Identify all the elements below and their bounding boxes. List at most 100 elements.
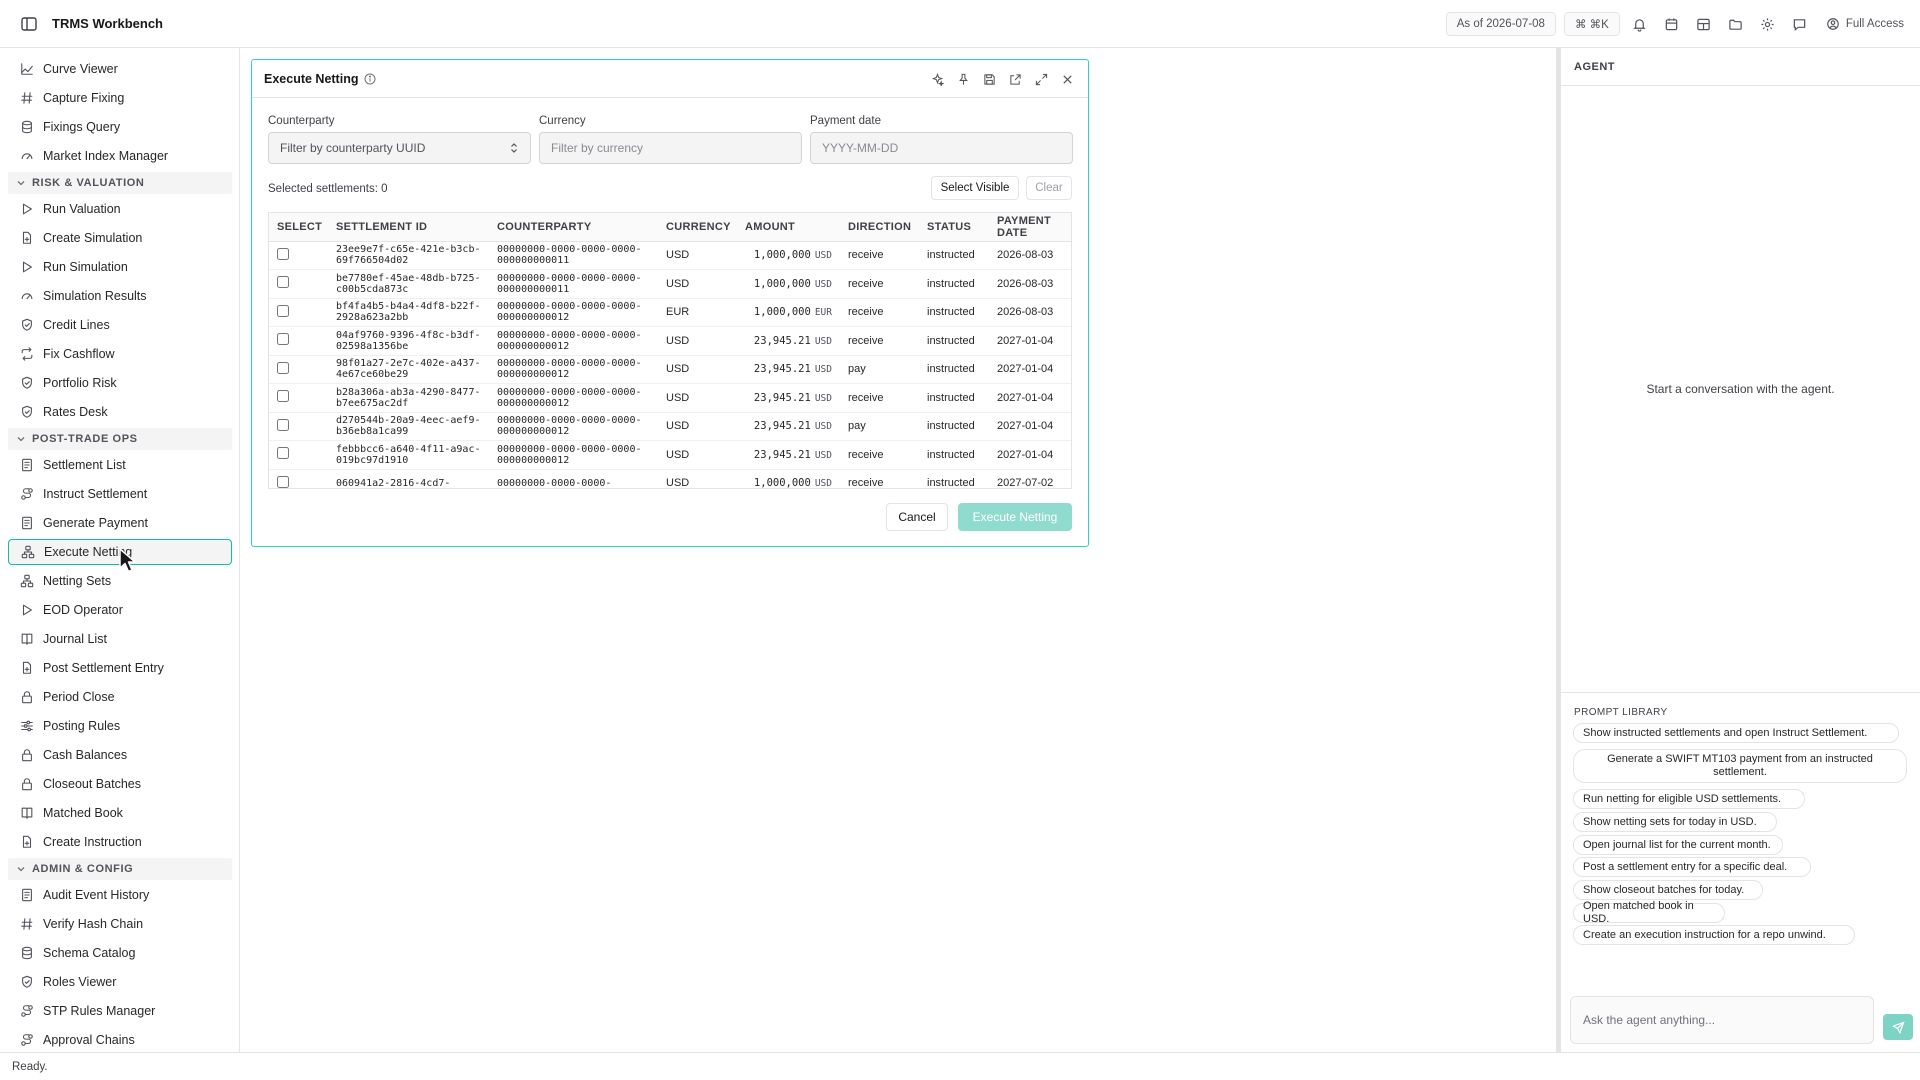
sidebar-item-roles-viewer[interactable]: Roles Viewer [8, 969, 232, 995]
sidebar-item-post-settlement-entry[interactable]: Post Settlement Entry [8, 655, 232, 681]
sidebar-item-journal-list[interactable]: Journal List [8, 626, 232, 652]
shield-icon [20, 376, 34, 390]
maximize-icon[interactable] [1028, 69, 1054, 89]
section-risk-and-valuation[interactable]: RISK & VALUATION [8, 172, 232, 194]
sidebar-item-settlement-list[interactable]: Settlement List [8, 452, 232, 478]
row-checkbox[interactable] [277, 304, 289, 317]
sidebar-item-credit-lines[interactable]: Credit Lines [8, 312, 232, 338]
sidebar-item-audit-event-history[interactable]: Audit Event History [8, 882, 232, 908]
table-row[interactable]: 23ee9e7f-c65e-421e-b3cb-69f766504d02 0000… [269, 241, 1071, 270]
counterparty-select[interactable]: Filter by counterparty UUID [268, 132, 531, 164]
sidebar-item-run-valuation[interactable]: Run Valuation [8, 196, 232, 222]
pin-icon[interactable] [950, 69, 976, 89]
sidebar-item-approval-chains[interactable]: Approval Chains [8, 1027, 232, 1052]
table-row[interactable]: d270544b-20a9-4eec-aef9-b36eb8a1ca99 0000… [269, 412, 1071, 441]
table-row[interactable]: 060941a2-2816-4cd7- 00000000-0000-0000- US… [269, 469, 1071, 489]
sidebar-item-portfolio-risk[interactable]: Portfolio Risk [8, 370, 232, 396]
access-badge[interactable]: Full Access [1816, 17, 1908, 31]
sidebar-item-rates-desk[interactable]: Rates Desk [8, 399, 232, 425]
prompt-chip[interactable]: Create an execution instruction for a re… [1573, 925, 1855, 945]
sidebar-item-period-close[interactable]: Period Close [8, 684, 232, 710]
row-checkbox[interactable] [277, 475, 289, 488]
section-admin-and-config[interactable]: ADMIN & CONFIG [8, 858, 232, 880]
sidebar-item-generate-payment[interactable]: Generate Payment [8, 510, 232, 536]
column-header-status[interactable]: STATUS [919, 213, 989, 242]
amount-cell: 23,945.21 USD [737, 383, 840, 413]
sidebar-item-posting-rules[interactable]: Posting Rules [8, 713, 232, 739]
table-row[interactable]: b28a306a-ab3a-4290-8477-b7ee675ac2df 0000… [269, 383, 1071, 413]
currency-input[interactable] [539, 132, 802, 164]
sidebar-item-market-index-manager[interactable]: Market Index Manager [8, 143, 232, 169]
row-checkbox[interactable] [277, 447, 289, 460]
sidebar-item-fix-cashflow[interactable]: Fix Cashflow [8, 341, 232, 367]
cancel-button[interactable]: Cancel [886, 503, 948, 531]
info-icon[interactable] [364, 73, 376, 85]
table-row[interactable]: 98f01a27-2e7c-402e-a437-4e67ce60be29 0000… [269, 355, 1071, 384]
agent-panel: AGENT Start a conversation with the agen… [1560, 48, 1920, 1052]
sidebar-item-schema-catalog[interactable]: Schema Catalog [8, 940, 232, 966]
column-header-settlement-id[interactable]: SETTLEMENT ID [328, 213, 489, 242]
external-link-icon[interactable] [1002, 69, 1028, 89]
prompt-chip[interactable]: Generate a SWIFT MT103 payment from an i… [1573, 749, 1907, 783]
gear-icon[interactable] [1752, 12, 1784, 36]
table-row[interactable]: be7780ef-45ae-48db-b725-c00b5cda873c 0000… [269, 269, 1071, 299]
prompt-chip[interactable]: Post a settlement entry for a specific d… [1573, 857, 1811, 877]
sidebar-item-verify-hash-chain[interactable]: Verify Hash Chain [8, 911, 232, 937]
sidebar-item-run-simulation[interactable]: Run Simulation [8, 254, 232, 280]
sidebar-item-capture-fixing[interactable]: Capture Fixing [8, 85, 232, 111]
folder-icon[interactable] [1720, 12, 1752, 36]
prompt-chip[interactable]: Show netting sets for today in USD. [1573, 812, 1777, 832]
sidebar-item-create-instruction[interactable]: Create Instruction [8, 829, 232, 855]
payment-date-input[interactable] [810, 132, 1073, 164]
close-icon[interactable] [1054, 69, 1080, 89]
prompt-chip[interactable]: Show instructed settlements and open Ins… [1573, 723, 1899, 743]
sidebar-item-fixings-query[interactable]: Fixings Query [8, 114, 232, 140]
prompt-chip[interactable]: Run netting for eligible USD settlements… [1573, 789, 1805, 809]
amount-currency: USD [814, 478, 832, 489]
prompt-chip[interactable]: Open matched book in USD. [1573, 900, 1725, 925]
row-checkbox[interactable] [277, 333, 289, 346]
sidebar-item-simulation-results[interactable]: Simulation Results [8, 283, 232, 309]
table-row[interactable]: febbbcc6-a640-4f11-a9ac-019bc97d1910 0000… [269, 440, 1071, 470]
row-checkbox[interactable] [277, 361, 289, 374]
column-header-currency[interactable]: CURRENCY [658, 213, 737, 242]
execute-netting-button[interactable]: Execute Netting [958, 503, 1072, 531]
column-header-counterparty[interactable]: COUNTERPARTY [489, 213, 658, 242]
clear-button[interactable]: Clear [1026, 176, 1072, 200]
row-checkbox[interactable] [277, 418, 289, 431]
row-checkbox[interactable] [277, 276, 289, 289]
sidebar-item-eod-operator[interactable]: EOD Operator [8, 597, 232, 623]
sidebar-item-create-simulation[interactable]: Create Simulation [8, 225, 232, 251]
sidebar-item-stp-rules-manager[interactable]: STP Rules Manager [8, 998, 232, 1024]
prompt-chip[interactable]: Open journal list for the current month. [1573, 835, 1783, 855]
send-button[interactable] [1883, 1014, 1913, 1040]
select-visible-button[interactable]: Select Visible [931, 176, 1019, 200]
sparkles-icon[interactable] [924, 69, 950, 89]
chat-icon[interactable] [1784, 12, 1816, 36]
command-palette-button[interactable]: ⌘ ⌘K [1563, 12, 1620, 36]
sidebar-item-matched-book[interactable]: Matched Book [8, 800, 232, 826]
sidebar-item-cash-balances[interactable]: Cash Balances [8, 742, 232, 768]
agent-input[interactable] [1570, 996, 1874, 1044]
prompt-chip[interactable]: Show closeout batches for today. [1573, 880, 1763, 900]
settlement-id-cell: 04af9760-9396-4f8c-b3df-02598a1356be [328, 326, 489, 356]
play-icon [20, 202, 34, 216]
row-checkbox[interactable] [277, 390, 289, 403]
column-header-amount[interactable]: AMOUNT [737, 213, 840, 242]
sidebar-item-curve-viewer[interactable]: Curve Viewer [8, 56, 232, 82]
sidebar-item-closeout-batches[interactable]: Closeout Batches [8, 771, 232, 797]
column-header-direction[interactable]: DIRECTION [840, 213, 919, 242]
calendar-icon[interactable] [1656, 12, 1688, 36]
column-header-select[interactable]: SELECT [269, 213, 328, 242]
bell-icon[interactable] [1624, 12, 1656, 36]
table-row[interactable]: bf4fa4b5-b4a4-4df8-b22f-2928a623a2bb 0000… [269, 298, 1071, 327]
table-row[interactable]: 04af9760-9396-4f8c-b3df-02598a1356be 0000… [269, 326, 1071, 356]
column-header-payment-date[interactable]: PAYMENT DATE [989, 213, 1071, 242]
sidebar-item-instruct-settlement[interactable]: Instruct Settlement [8, 481, 232, 507]
sidebar-toggle-icon[interactable] [20, 15, 38, 33]
section-post-trade-ops[interactable]: POST-TRADE OPS [8, 428, 232, 450]
layout-icon[interactable] [1688, 12, 1720, 36]
row-checkbox[interactable] [277, 247, 289, 260]
as-of-date[interactable]: As of 2026-07-08 [1445, 12, 1556, 36]
save-icon[interactable] [976, 69, 1002, 89]
